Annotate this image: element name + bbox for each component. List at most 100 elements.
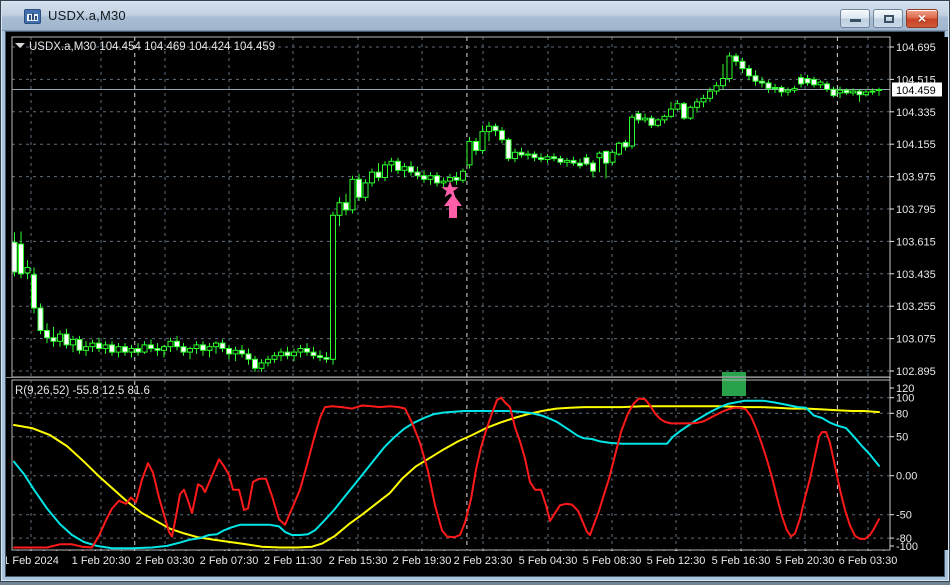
indicator-tick-label: 0.00 — [896, 471, 917, 483]
candle-body — [421, 175, 427, 180]
current-price-label: 104.459 — [896, 85, 936, 97]
price-tick-label: 104.155 — [896, 139, 936, 151]
candle-body — [460, 170, 466, 181]
candle-body — [265, 358, 271, 364]
candle-body — [824, 83, 830, 90]
candle-body — [57, 333, 63, 342]
candle-body — [492, 125, 499, 132]
window-titlebar[interactable]: USDX.a,M30 × — [2, 2, 948, 31]
candle-body — [863, 91, 869, 96]
candle-body — [232, 349, 239, 355]
candle-body — [278, 351, 284, 357]
day-separators — [134, 37, 838, 550]
candle-body — [590, 162, 596, 172]
indicator-label: R(9,26,52) -55.8 12.5 81.6 — [15, 385, 150, 397]
time-axis-label: 1 Feb 2024 — [6, 555, 59, 567]
candle-body — [713, 85, 720, 92]
price-tick-label: 103.975 — [896, 172, 936, 184]
chart-canvas[interactable]: 104.695104.515104.335104.155103.975103.7… — [3, 32, 948, 580]
chart-menu-triangle-icon[interactable] — [15, 43, 25, 48]
candle-body — [206, 346, 213, 351]
candle-body — [642, 117, 648, 121]
minimize-button[interactable] — [840, 9, 870, 28]
candle-body — [596, 152, 603, 159]
candle-body — [200, 344, 206, 351]
candle-body — [739, 60, 746, 70]
candle-body — [161, 346, 167, 351]
candle-body — [148, 344, 154, 349]
chart-window: USDX.a,M30 × 104.695 104.515 104.335 104.15… — [0, 0, 950, 582]
candle-body — [564, 159, 570, 163]
candle-body — [843, 89, 850, 94]
candle-body — [317, 355, 323, 359]
indicator-tick-label: -100 — [896, 541, 918, 553]
green-box-marker[interactable] — [722, 372, 746, 396]
candle-body — [83, 346, 89, 351]
candle-body — [525, 153, 531, 156]
candle-body — [31, 274, 37, 309]
candle-body — [122, 346, 128, 353]
candle-body — [512, 151, 518, 160]
candle-body — [369, 171, 375, 184]
chart-app-icon — [24, 9, 41, 24]
candle-body — [538, 157, 544, 160]
candle-body — [733, 55, 739, 62]
candle-body — [382, 164, 388, 178]
time-axis-label: 1 Feb 20:30 — [72, 555, 131, 567]
candle-body — [447, 177, 453, 182]
candle-body — [603, 150, 609, 164]
price-tick-label: 102.895 — [896, 366, 936, 378]
chart-client-area: 104.695 104.515 104.335 104.155 103.975 103.7… — [3, 31, 948, 580]
candle-body — [102, 344, 109, 349]
candle-body — [323, 357, 330, 360]
indicator-pane-border — [11, 379, 891, 551]
time-axis-label: 2 Feb 11:30 — [264, 555, 322, 567]
candle-body — [544, 156, 551, 161]
candle-body — [674, 103, 681, 110]
candle-body — [798, 77, 804, 85]
candle-body — [330, 214, 336, 360]
restore-button[interactable] — [873, 9, 903, 28]
candle-body — [70, 339, 76, 346]
candle-body — [518, 151, 525, 156]
candle-body — [811, 78, 817, 86]
minimize-icon — [850, 19, 861, 22]
candle-body — [297, 348, 304, 353]
indicator-curves — [13, 396, 880, 550]
candle-body — [239, 349, 245, 355]
candle-body — [830, 88, 837, 97]
candle-body — [304, 348, 310, 353]
candle-body — [401, 166, 408, 171]
candle-body — [505, 139, 512, 160]
candle-body — [154, 348, 161, 351]
candle-body — [681, 103, 687, 119]
candle-body — [128, 348, 135, 353]
candle-body — [37, 307, 44, 331]
candle-body — [778, 87, 785, 93]
close-button[interactable]: × — [906, 9, 938, 28]
candle-body — [687, 106, 694, 119]
candle-body — [499, 130, 505, 141]
candle-body — [24, 267, 31, 274]
candle-body — [479, 131, 486, 152]
chart-annotations[interactable] — [441, 181, 746, 396]
time-axis-label: 5 Feb 08:30 — [583, 555, 642, 567]
candle-body — [388, 160, 395, 166]
candle-body — [291, 351, 297, 357]
candle-body — [89, 342, 96, 348]
candle-body — [694, 101, 700, 108]
price-tick-label: 103.435 — [896, 269, 936, 281]
window-controls: × — [840, 9, 938, 28]
candle-body — [785, 89, 791, 93]
candle-body — [187, 348, 193, 353]
candle-body — [531, 153, 538, 159]
candle-body — [622, 141, 629, 148]
pink-up-arrow-marker[interactable] — [444, 194, 462, 218]
candle-body — [609, 151, 616, 163]
candle-body — [284, 351, 291, 357]
indicator-tick-label: 100 — [896, 393, 914, 405]
candle-body — [180, 346, 187, 353]
price-tick-label: 104.335 — [896, 107, 936, 119]
candle-body — [850, 90, 856, 94]
candle-body — [63, 333, 70, 346]
